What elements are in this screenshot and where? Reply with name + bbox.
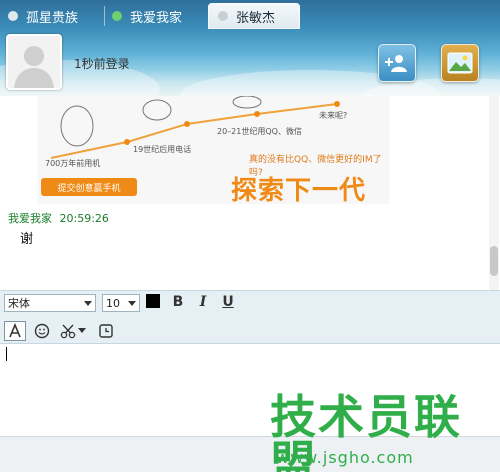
user-status-icon <box>8 11 18 21</box>
chevron-down-icon <box>78 328 86 333</box>
font-family-select[interactable]: 宋体 <box>4 294 96 312</box>
tab-bar: 孤星贵族 我爱我家 张敏杰 <box>0 0 500 30</box>
font-family-value: 宋体 <box>8 297 30 310</box>
tab-label: 孤星贵族 <box>26 10 79 26</box>
chevron-down-icon <box>128 301 136 306</box>
add-people-button[interactable] <box>378 44 416 82</box>
timeline-step: 19世纪后用电话 <box>133 145 192 154</box>
emoji-button[interactable] <box>32 321 52 341</box>
tab-friend-1[interactable]: 孤星贵族 <box>8 3 100 29</box>
history-icon <box>99 324 113 338</box>
italic-button[interactable]: I <box>193 292 213 312</box>
watermark-url: www.jsgho.com <box>276 448 414 467</box>
scissors-icon <box>60 324 76 339</box>
font-size-value: 10 <box>106 296 120 310</box>
picture-icon <box>447 52 473 74</box>
chat-header: 孤星贵族 我爱我家 张敏杰 1秒前登录 <box>0 0 500 96</box>
message-text: 谢 <box>20 232 34 247</box>
last-login-status: 1秒前登录 <box>74 57 130 71</box>
tab-label: 张敏杰 <box>236 10 276 26</box>
message-sender: 我爱我家 <box>8 212 52 225</box>
ad-banner[interactable]: 700万年前用机 19世纪后用电话 20–21世纪用QQ、微信 未来呢? 真的没… <box>37 96 389 204</box>
scrollbar-thumb[interactable] <box>490 246 498 276</box>
add-friend-icon <box>385 55 407 72</box>
timeline-step: 未来呢? <box>319 111 348 120</box>
screenshot-button[interactable] <box>58 321 88 341</box>
text-caret <box>6 347 7 361</box>
font-format-button[interactable] <box>4 321 26 341</box>
font-size-select[interactable]: 10 <box>102 294 140 312</box>
group-icon <box>112 11 122 21</box>
font-color-picker[interactable] <box>146 294 160 308</box>
timeline-step: 700万年前用机 <box>45 159 101 168</box>
message-header: 我爱我家 20:59:26 <box>8 210 109 226</box>
font-icon <box>9 323 21 338</box>
chat-scrollbar[interactable] <box>489 96 499 290</box>
show-image-button[interactable] <box>441 44 479 82</box>
timeline-step: 20–21世纪用QQ、微信 <box>217 127 302 136</box>
tab-divider <box>104 6 105 26</box>
underline-button[interactable]: U <box>218 292 238 312</box>
avatar[interactable] <box>6 34 62 90</box>
default-avatar-icon <box>8 36 60 88</box>
message-history-button[interactable] <box>96 321 116 341</box>
banner-headline: 探索下一代IM <box>231 176 367 204</box>
submit-idea-button[interactable]: 提交创意赢手机 <box>41 178 137 196</box>
user-status-icon <box>218 11 228 21</box>
tab-label: 我爱我家 <box>130 10 183 26</box>
bold-button[interactable]: B <box>168 292 188 312</box>
chat-history: 700万年前用机 19世纪后用电话 20–21世纪用QQ、微信 未来呢? 真的没… <box>0 96 500 290</box>
tab-friend-2[interactable]: 我爱我家 <box>112 3 204 29</box>
chevron-down-icon <box>84 301 92 306</box>
message-time: 20:59:26 <box>59 212 109 225</box>
tab-current-chat[interactable]: 张敏杰 <box>208 3 300 29</box>
smiley-icon <box>34 323 50 339</box>
